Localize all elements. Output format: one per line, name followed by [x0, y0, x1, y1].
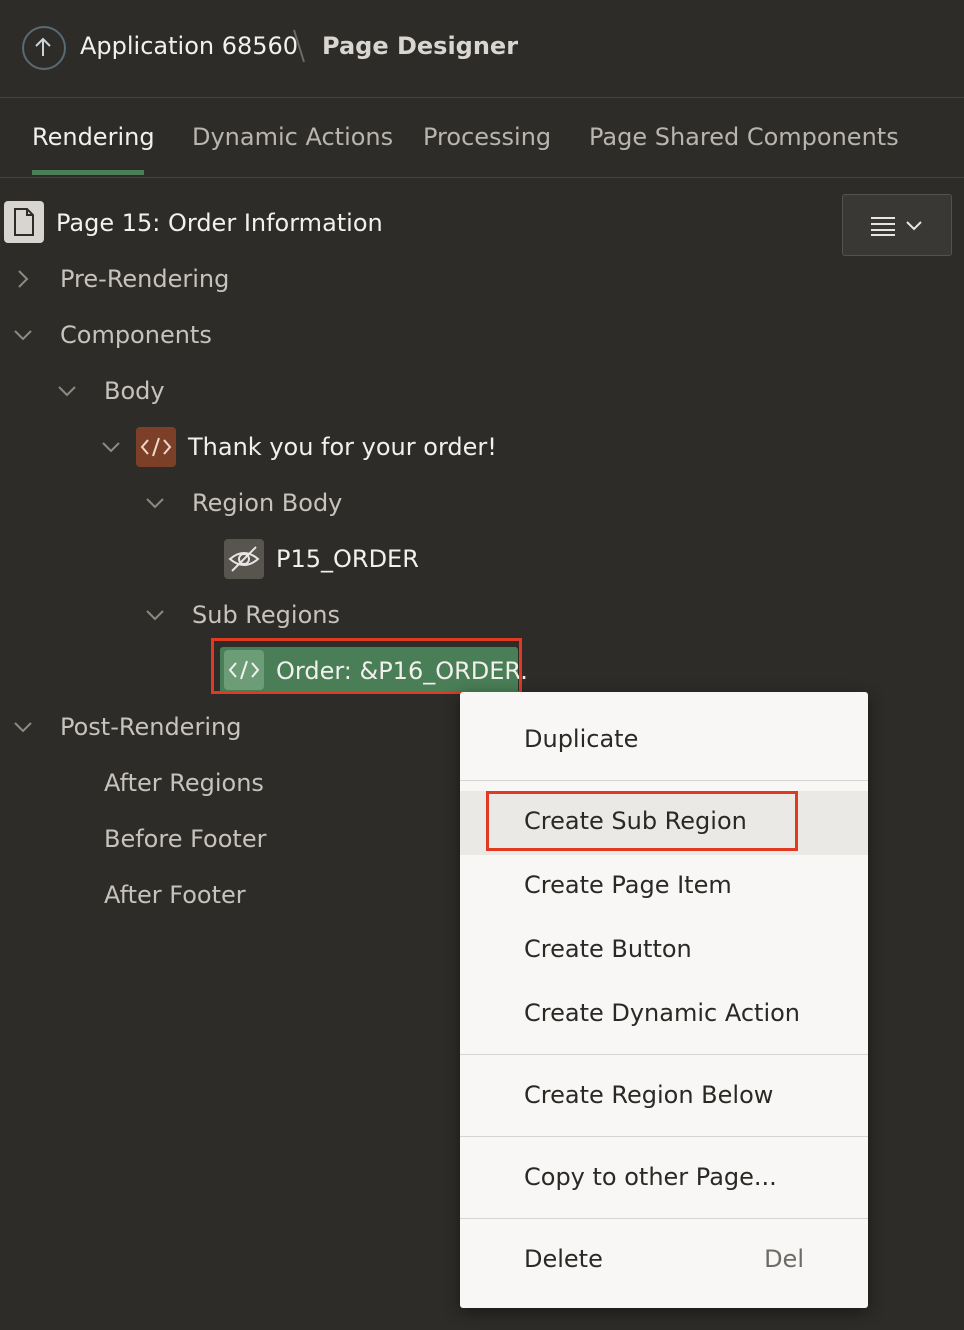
- chevron-down-icon[interactable]: [12, 324, 34, 346]
- menu-divider: [460, 1054, 868, 1055]
- menu-item-label: Create Button: [524, 935, 692, 963]
- menu-item-create-page-item[interactable]: Create Page Item: [460, 855, 868, 919]
- menu-item-create-button[interactable]: Create Button: [460, 919, 868, 983]
- tree-menu-button[interactable]: [842, 194, 952, 256]
- navigate-up-button[interactable]: [22, 26, 66, 70]
- tree-node-body[interactable]: Body: [104, 377, 165, 405]
- context-menu: Duplicate Create Sub Region Create Page …: [460, 692, 868, 1308]
- tree-node-components[interactable]: Components: [60, 321, 212, 349]
- tab-dynamic-actions[interactable]: Dynamic Actions: [192, 123, 393, 151]
- chevron-down-icon[interactable]: [12, 716, 34, 738]
- menu-item-label: Create Region Below: [524, 1081, 774, 1109]
- tree-node-sub-regions[interactable]: Sub Regions: [192, 601, 340, 629]
- menu-item-label: Create Dynamic Action: [524, 999, 801, 1027]
- tree-node-after-footer[interactable]: After Footer: [104, 881, 246, 909]
- menu-item-label: Duplicate: [524, 725, 639, 753]
- menu-divider: [460, 1218, 868, 1219]
- code-region-icon: [136, 427, 176, 467]
- menu-item-create-region-below[interactable]: Create Region Below: [460, 1065, 868, 1129]
- tree-node-page-item[interactable]: P15_ORDER: [276, 545, 419, 573]
- chevron-down-icon[interactable]: [56, 380, 78, 402]
- tree-page-node[interactable]: Page 15: Order Information: [56, 209, 383, 237]
- menu-item-label: Create Page Item: [524, 871, 732, 899]
- menu-divider: [460, 780, 868, 781]
- hidden-item-icon: [224, 539, 264, 579]
- arrow-up-icon: [35, 37, 51, 56]
- hamburger-chevron-icon: [871, 217, 922, 236]
- menu-item-delete[interactable]: Delete Del: [460, 1229, 868, 1293]
- page-icon: [4, 201, 44, 243]
- tab-page-shared-components[interactable]: Page Shared Components: [589, 123, 899, 151]
- chevron-down-icon[interactable]: [144, 492, 166, 514]
- tree-node-after-regions[interactable]: After Regions: [104, 769, 264, 797]
- tree-node-region[interactable]: Thank you for your order!: [188, 433, 497, 461]
- chevron-right-icon[interactable]: [12, 268, 34, 290]
- menu-item-shortcut: Del: [764, 1245, 804, 1273]
- menu-divider: [460, 1136, 868, 1137]
- tree-node-post-rendering[interactable]: Post-Rendering: [60, 713, 241, 741]
- chevron-down-icon[interactable]: [100, 436, 122, 458]
- tree-node-before-footer[interactable]: Before Footer: [104, 825, 266, 853]
- tree-node-pre-rendering[interactable]: Pre-Rendering: [60, 265, 229, 293]
- menu-item-copy-to-other-page[interactable]: Copy to other Page...: [460, 1147, 868, 1211]
- menu-item-label: Copy to other Page...: [524, 1163, 777, 1191]
- page-title: Page Designer: [322, 32, 519, 60]
- create-sub-region-highlight: [486, 791, 798, 851]
- tree-node-region-body[interactable]: Region Body: [192, 489, 342, 517]
- menu-item-create-dynamic-action[interactable]: Create Dynamic Action: [460, 983, 868, 1047]
- header-bar: Application 68560 Page Designer: [0, 0, 964, 98]
- selected-region-highlight: [211, 638, 522, 694]
- tab-processing[interactable]: Processing: [423, 123, 551, 151]
- menu-item-duplicate[interactable]: Duplicate: [460, 709, 868, 773]
- chevron-down-icon[interactable]: [144, 604, 166, 626]
- application-title[interactable]: Application 68560: [80, 32, 298, 60]
- tab-rendering[interactable]: Rendering: [32, 123, 155, 151]
- breadcrumb-separator: [293, 29, 305, 63]
- tab-bar: Rendering Dynamic Actions Processing Pag…: [0, 98, 964, 178]
- active-tab-indicator: [32, 170, 144, 175]
- menu-item-label: Delete: [524, 1245, 603, 1273]
